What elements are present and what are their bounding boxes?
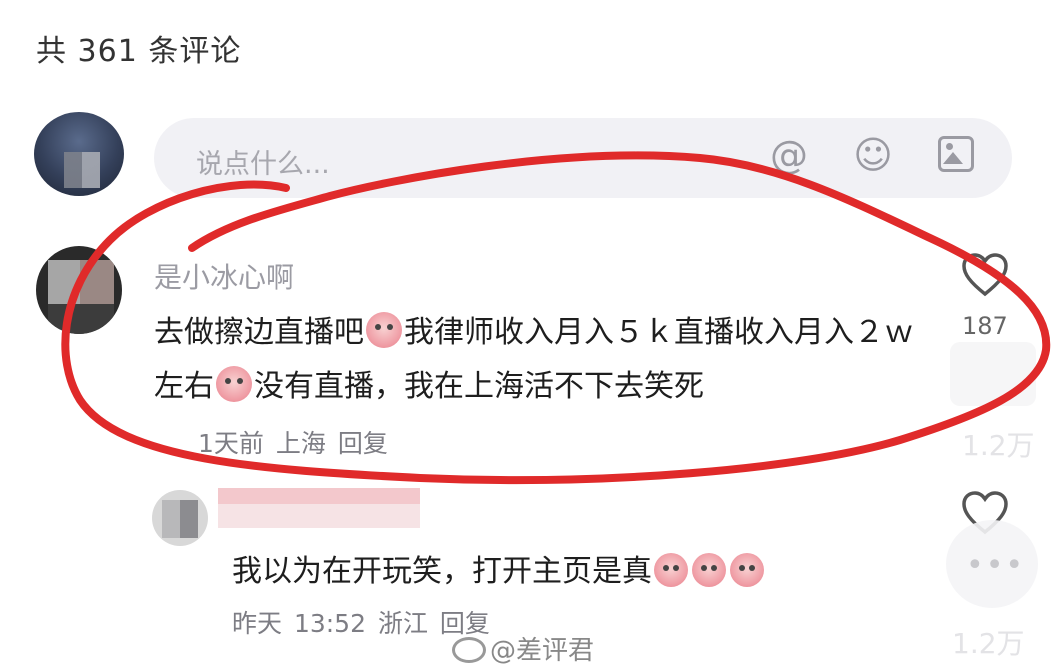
red-annotation-circle — [61, 151, 1051, 485]
